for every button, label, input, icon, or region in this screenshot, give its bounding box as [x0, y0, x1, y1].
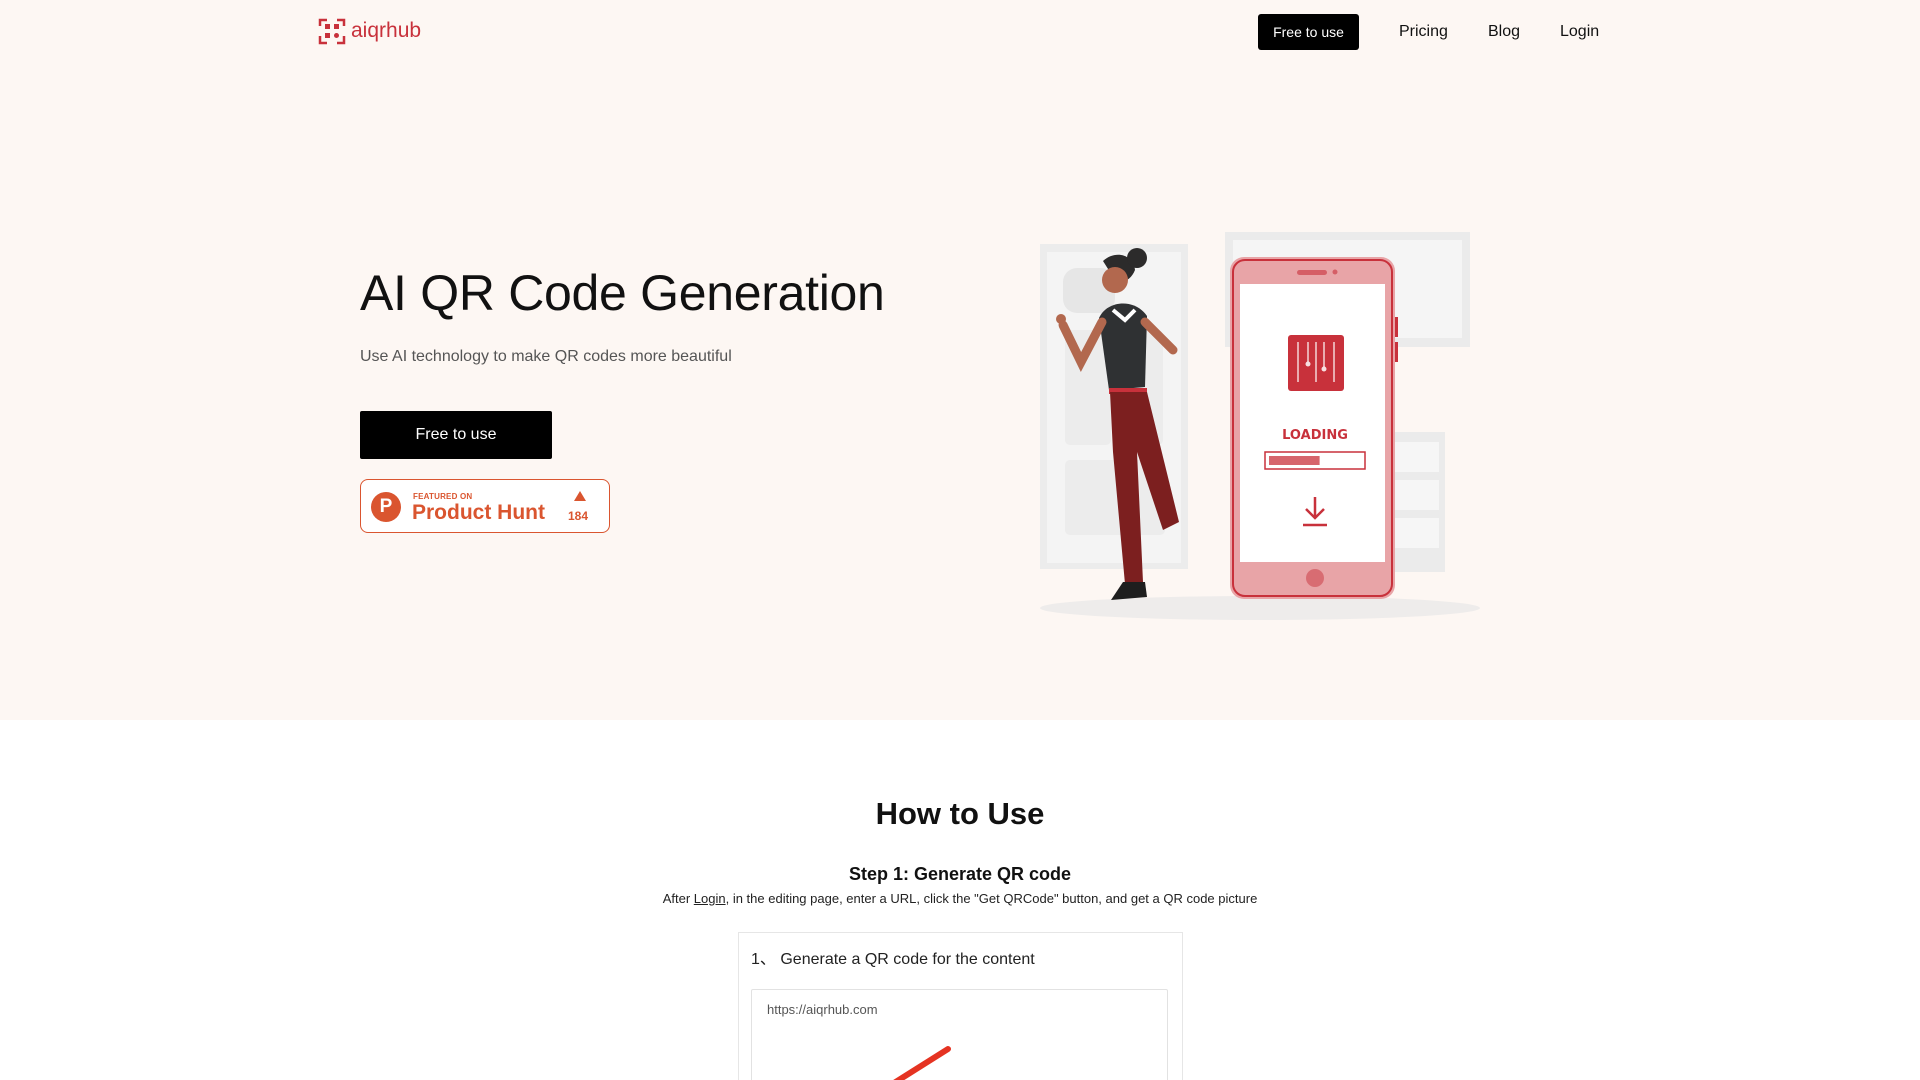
- nav-blog-link[interactable]: Blog: [1488, 14, 1520, 50]
- hero-free-to-use-button[interactable]: Free to use: [360, 411, 552, 459]
- how-to-use-title: How to Use: [875, 796, 1045, 831]
- nav-login-link[interactable]: Login: [1560, 14, 1599, 50]
- step-1-desc-prefix: After: [662, 891, 694, 906]
- red-annotation-mark: [893, 1046, 951, 1080]
- hero-illustration: LOADING: [1040, 232, 1480, 620]
- product-hunt-badge[interactable]: P FEATURED ON Product Hunt 184: [360, 479, 610, 533]
- step-1-description: After Login, in the editing page, enter …: [0, 891, 1920, 906]
- url-input-value: https://aiqrhub.com: [767, 1002, 878, 1017]
- url-input-field[interactable]: https://aiqrhub.com: [751, 989, 1168, 1080]
- hero-subtitle: Use AI technology to make QR codes more …: [360, 348, 732, 365]
- product-hunt-icon: P: [371, 492, 401, 522]
- hero-title: AI QR Code Generation: [360, 265, 885, 321]
- product-hunt-featured-label: FEATURED ON: [413, 492, 473, 501]
- step-1-title: Step 1: Generate QR code: [848, 864, 1072, 884]
- loading-label: LOADING: [1282, 428, 1348, 443]
- product-hunt-name: Product Hunt: [412, 501, 545, 524]
- product-hunt-votes: 184: [568, 509, 589, 523]
- generate-qr-card: 1、 Generate a QR code for the content ht…: [738, 932, 1183, 1080]
- nav-pricing-link[interactable]: Pricing: [1399, 14, 1448, 50]
- nav-free-to-use-button[interactable]: Free to use: [1258, 14, 1359, 50]
- main-nav: Free to use Pricing Blog Login: [0, 14, 1920, 50]
- site-header: aiqrhub Free to use Pricing Blog Login: [0, 0, 1920, 62]
- upvote-arrow-icon: [574, 491, 586, 501]
- step-1-login-link[interactable]: Login: [694, 891, 726, 906]
- step-1-desc-suffix: , in the editing page, enter a URL, clic…: [725, 891, 1258, 906]
- card-title: 1、 Generate a QR code for the content: [751, 951, 1035, 968]
- hero-section: AI QR Code Generation Use AI technology …: [0, 62, 1920, 720]
